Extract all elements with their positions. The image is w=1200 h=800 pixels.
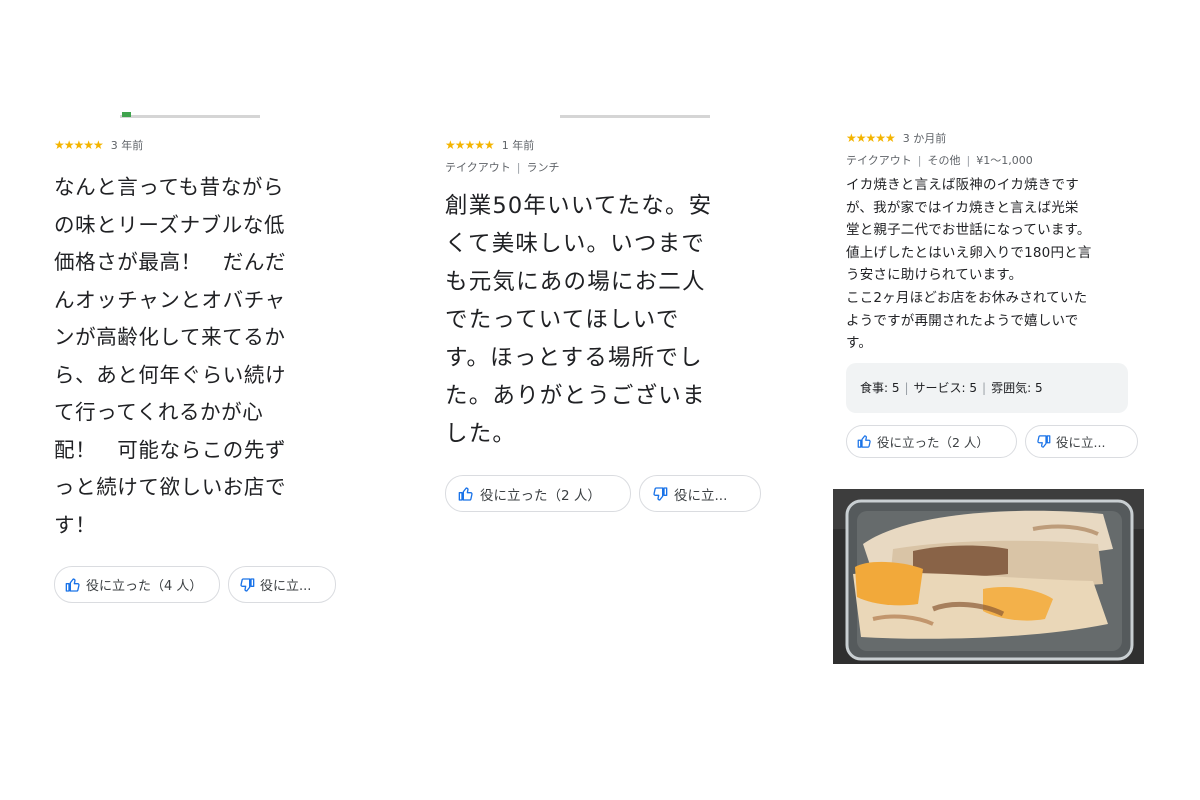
review-card-1: ★★★★★ 3 年前 なんと言っても昔ながら の味とリーズナブルな低 価格さが最… [54, 137, 344, 603]
ikayaki-takeout-photo [833, 489, 1144, 664]
thumbs-up-icon [458, 486, 473, 501]
review-card-2: ★★★★★ 1 年前 テイクアウト | ランチ 創業50年いいてたな。安 くて美味し… [445, 137, 775, 512]
review-text-line: も元気にあの場にお二人 [445, 269, 706, 295]
review-text-line: んオッチャンとオバチャ [54, 287, 286, 312]
review-text-line: 創業50年いいてたな。安 [445, 193, 713, 219]
thumbs-down-icon [1037, 435, 1051, 448]
tag-lunch: ランチ [526, 161, 560, 174]
helpful-label: 役に立った（4 人） [86, 579, 203, 594]
review-text-line: ここ2ヶ月ほどお店をお休みされていた [846, 289, 1088, 306]
feedback-buttons: 役に立った（4 人） 役に立... [54, 566, 344, 603]
review-text-line: イカ焼きと言えば阪神のイカ焼きです [846, 177, 1079, 193]
review-photo[interactable] [833, 489, 1144, 664]
not-helpful-label: 役に立... [674, 487, 728, 504]
review-text-line: 価格さが最高！ だんだ [54, 250, 287, 274]
review-card-3: ★★★★★ 3 か月前 テイクアウト | その他 | ¥1～1,000 イカ焼きと言えば… [846, 130, 1146, 458]
review-text-line: す。 [846, 335, 873, 352]
review-date: 3 か月前 [902, 132, 947, 145]
thumbs-up-icon [65, 577, 80, 592]
review-meta: ★★★★★ 3 か月前 [846, 130, 1146, 146]
review-text-line: ようですが再開されたようで嬉しいで [846, 312, 1079, 329]
rating-atmosphere: 雰囲気: 5 [991, 381, 1043, 396]
thumbs-down-icon [653, 486, 668, 501]
rating-service: サービス: 5 [913, 381, 978, 396]
review-text-line: 値上げしたとはいえ卵入りで180円と言 [846, 244, 1092, 261]
helpful-label: 役に立った（2 人） [877, 434, 989, 450]
not-helpful-button[interactable]: 役に立... [639, 475, 761, 512]
tag-takeout: テイクアウト [846, 154, 912, 167]
tag-takeout: テイクアウト [445, 161, 511, 174]
review-tags: テイクアウト | ランチ [445, 161, 560, 174]
review-text: 創業50年いいてたな。安 くて美味しい。いつまで も元気にあの場にお二人 でたっ… [445, 187, 775, 453]
review-text-line: くて美味しい。いつまで [445, 231, 706, 257]
review-text-line: が、我が家ではイカ焼きと言えば光栄 [846, 199, 1079, 216]
review-text-line: た。ありがとうございま [445, 383, 706, 409]
review-tags: テイクアウト | その他 | ¥1～1,000 [846, 154, 1033, 167]
review-text-line: なんと言っても昔ながら [54, 175, 285, 199]
cropped-header-marker [122, 112, 131, 117]
helpful-button[interactable]: 役に立った（2 人） [445, 475, 631, 512]
review-text-line: 堂と親子二代でお世話になっています。 [846, 222, 1091, 239]
star-rating: ★★★★★ [54, 138, 104, 152]
not-helpful-label: 役に立... [1056, 434, 1106, 450]
tag-other: その他 [927, 154, 961, 167]
cropped-header-remnant-1 [120, 115, 260, 118]
not-helpful-label: 役に立... [260, 579, 312, 594]
review-date: 1 年前 [501, 139, 535, 152]
review-text-line: っと続けて欲しいお店で [54, 475, 287, 499]
not-helpful-button[interactable]: 役に立... [228, 566, 336, 603]
cropped-header-remnant-2 [560, 115, 710, 118]
thumbs-up-icon [857, 435, 871, 448]
review-text-line: 配！ 可能ならこの先ず [54, 437, 287, 462]
tag-price: ¥1～1,000 [976, 154, 1033, 167]
review-text: なんと言っても昔ながら の味とリーズナブルな低 価格さが最高！ だんだ んオッチ… [54, 169, 344, 544]
feedback-buttons: 役に立った（2 人） 役に立... [846, 424, 1146, 458]
review-text-line: ら、あと何年ぐらい続け [54, 362, 287, 387]
review-text-line: う安さに助けられています。 [846, 267, 1023, 284]
review-date: 3 年前 [110, 139, 144, 152]
star-rating: ★★★★★ [846, 131, 896, 145]
review-text: イカ焼きと言えば阪神のイカ焼きです が、我が家ではイカ焼きと言えば光栄 堂と親子… [846, 174, 1146, 355]
feedback-buttons: 役に立った（2 人） 役に立... [445, 475, 775, 512]
review-meta: ★★★★★ 1 年前 [445, 137, 775, 153]
review-text-line: す！ [54, 512, 97, 537]
attribute-ratings: 食事: 5 | サービス: 5 | 雰囲気: 5 [846, 362, 1128, 413]
rating-food: 食事: 5 [860, 381, 900, 396]
review-text-line: でたっていてほしいで [445, 307, 680, 333]
not-helpful-button[interactable]: 役に立... [1025, 424, 1138, 458]
review-meta: ★★★★★ 3 年前 [54, 137, 344, 153]
helpful-button[interactable]: 役に立った（4 人） [54, 566, 220, 603]
review-text-line: の味とリーズナブルな低 [54, 212, 286, 237]
thumbs-down-icon [240, 577, 255, 592]
helpful-button[interactable]: 役に立った（2 人） [846, 424, 1017, 458]
review-text-line: ンが高齢化して来てるか [54, 325, 286, 349]
review-text-line: て行ってくれるかが心 [54, 400, 264, 424]
star-rating: ★★★★★ [445, 138, 495, 152]
review-text-line: す。ほっとする場所でし [445, 345, 703, 371]
helpful-label: 役に立った（2 人） [480, 487, 601, 504]
review-text-line: した。 [445, 421, 517, 447]
